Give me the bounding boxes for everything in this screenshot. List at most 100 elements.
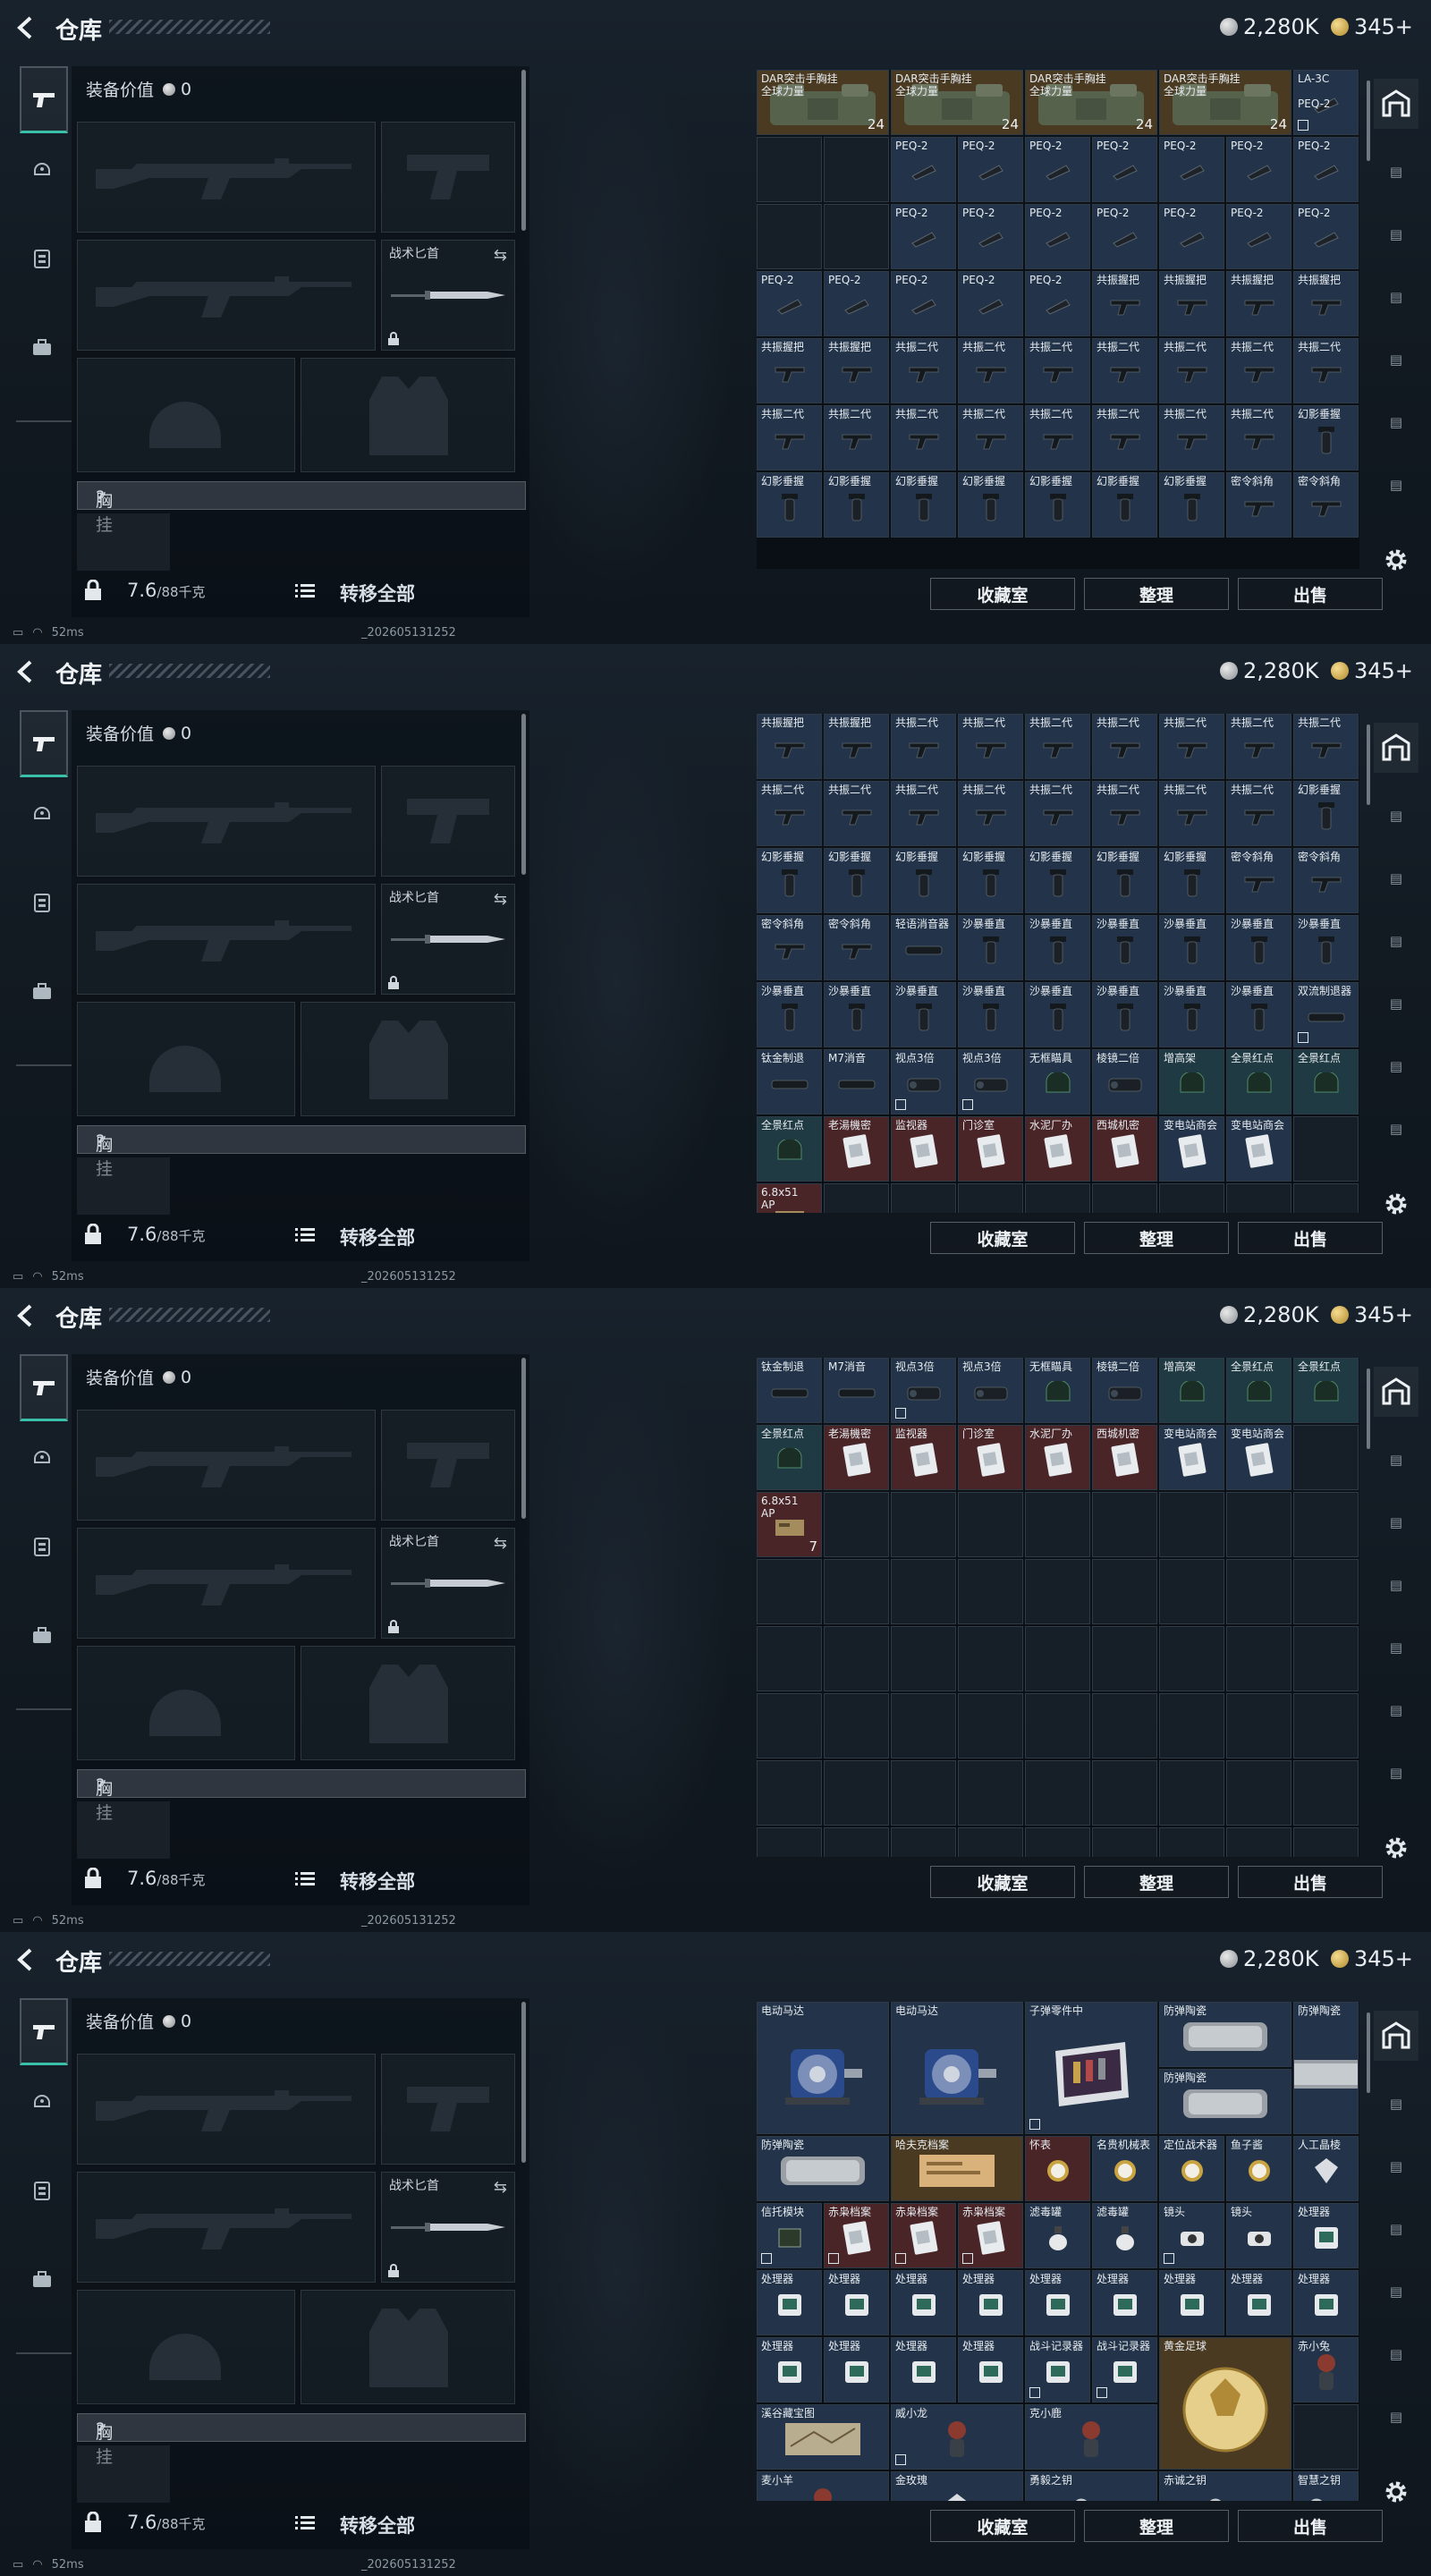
inventory-item[interactable]: PEQ-2 [891, 137, 956, 202]
inventory-item[interactable]: 6.8x51 AP 7 [757, 1492, 822, 1557]
inventory-item[interactable]: 处理器 [891, 2337, 956, 2402]
storage-tab-5[interactable]: ▤ [1374, 2329, 1418, 2379]
sort-button[interactable]: 整理 [1084, 1866, 1229, 1898]
inventory-item[interactable]: 共振二代 [1159, 405, 1224, 470]
inventory-item[interactable]: 共振握把 [757, 714, 822, 779]
gold-currency[interactable]: 345+ [1331, 14, 1413, 39]
inventory-item[interactable]: 共振握把 [1092, 271, 1157, 336]
equipment-scrollbar[interactable] [521, 714, 526, 875]
warehouse-tab[interactable] [1374, 1367, 1418, 1417]
inventory-item[interactable]: 无框瞄具 [1025, 1358, 1090, 1423]
inventory-item[interactable]: 共振二代 [958, 405, 1023, 470]
inventory-item[interactable]: 战斗记录器 [1092, 2337, 1157, 2402]
inventory-item[interactable]: 沙暴垂直 [1092, 982, 1157, 1047]
sell-button[interactable]: 出售 [1238, 578, 1383, 610]
empty-slot[interactable] [757, 1626, 822, 1691]
chest-rig-slot[interactable] [77, 513, 170, 571]
storage-tab-4[interactable]: ▤ [1374, 1623, 1418, 1673]
inventory-item[interactable]: DAR突击手胸挂 全球力量 24 [1159, 70, 1291, 135]
list-icon[interactable] [295, 2515, 315, 2531]
pistol-slot[interactable] [381, 2054, 515, 2165]
inventory-item[interactable]: DAR突击手胸挂 全球力量 24 [891, 70, 1023, 135]
inventory-item[interactable]: 幻影垂握 [824, 848, 889, 913]
secondary-weapon-slot[interactable] [77, 240, 376, 351]
inventory-item[interactable]: 人工晶棱 [1293, 2136, 1359, 2201]
empty-slot[interactable] [958, 1183, 1023, 1213]
inventory-item[interactable]: 处理器 [1025, 2270, 1090, 2335]
empty-slot[interactable] [824, 1183, 889, 1213]
helmet-slot[interactable] [77, 1002, 295, 1116]
empty-slot[interactable] [1025, 1183, 1090, 1213]
transfer-all-button[interactable]: 转移全部 [340, 1224, 415, 1250]
inventory-item[interactable]: 电动马达 [757, 2002, 889, 2134]
inventory-item[interactable]: 共振二代 [1092, 338, 1157, 403]
inventory-item[interactable]: 处理器 [757, 2337, 822, 2402]
storage-tab-4[interactable]: ▤ [1374, 335, 1418, 385]
inventory-item[interactable]: 战斗记录器 [1025, 2337, 1090, 2402]
empty-slot[interactable] [1293, 1425, 1359, 1490]
inventory-item[interactable]: 监视器 [891, 1425, 956, 1490]
sell-button[interactable]: 出售 [1238, 1866, 1383, 1898]
inventory-item[interactable]: 共振二代 [891, 781, 956, 846]
inventory-item[interactable]: 增高架 [1159, 1049, 1224, 1114]
collection-room-button[interactable]: 收藏室 [930, 2510, 1075, 2542]
inventory-item[interactable]: 鱼子酱 [1226, 2136, 1291, 2201]
equipment-scrollbar[interactable] [521, 1358, 526, 1519]
inventory-item[interactable]: 处理器 [1293, 2203, 1359, 2268]
inventory-item[interactable]: 钛金制退 [757, 1049, 822, 1114]
inventory-item[interactable]: 共振二代 [1092, 405, 1157, 470]
empty-slot[interactable] [824, 1760, 889, 1826]
inventory-item[interactable]: 处理器 [958, 2270, 1023, 2335]
inventory-item[interactable]: 沙暴垂直 [958, 915, 1023, 980]
empty-slot[interactable] [1293, 1492, 1359, 1557]
inventory-item[interactable]: 共振二代 [958, 338, 1023, 403]
inventory-item[interactable]: 幻影垂握 [1293, 781, 1359, 846]
inventory-item[interactable]: 密令斜角 [1293, 848, 1359, 913]
inventory-item[interactable]: 沙暴垂直 [958, 982, 1023, 1047]
empty-slot[interactable] [1293, 1626, 1359, 1691]
equipment-scrollbar[interactable] [521, 2002, 526, 2163]
storage-tab-6[interactable]: ▤ [1374, 2392, 1418, 2442]
inventory-item[interactable]: 共振二代 [1226, 338, 1291, 403]
inventory-item[interactable]: 共振二代 [757, 405, 822, 470]
inventory-item[interactable]: 共振二代 [1226, 405, 1291, 470]
empty-slot[interactable] [1159, 1183, 1224, 1213]
inventory-item[interactable]: 密令斜角 [1293, 472, 1359, 538]
storage-tab-2[interactable]: ▤ [1374, 2141, 1418, 2191]
inventory-item[interactable]: 共振二代 [1092, 714, 1157, 779]
inventory-item[interactable]: 幻影垂握 [891, 472, 956, 538]
warehouse-tab[interactable] [1374, 79, 1418, 129]
nav-weapons[interactable] [20, 710, 68, 777]
inventory-item[interactable]: 共振二代 [1025, 714, 1090, 779]
sell-button[interactable]: 出售 [1238, 1222, 1383, 1254]
empty-slot[interactable] [1293, 1693, 1359, 1758]
inventory-item[interactable]: 轻语消音器 [891, 915, 956, 980]
inventory-item[interactable]: 共振二代 [958, 781, 1023, 846]
inventory-item[interactable]: 克小鹿 [1025, 2404, 1157, 2470]
primary-weapon-slot[interactable] [77, 766, 376, 877]
empty-slot[interactable] [1092, 1626, 1157, 1691]
inventory-item[interactable]: 幻影垂握 [1092, 848, 1157, 913]
empty-slot[interactable] [1159, 1626, 1224, 1691]
warehouse-tab[interactable] [1374, 723, 1418, 773]
inventory-item[interactable]: 6.8x51 AP [757, 1183, 822, 1213]
inventory-item[interactable]: 哈夫克档案 [891, 2136, 1023, 2201]
inventory-item[interactable]: PEQ-2 [1293, 137, 1359, 202]
inventory-item[interactable]: 共振二代 [1226, 714, 1291, 779]
empty-slot[interactable] [757, 1693, 822, 1758]
inventory-item[interactable]: 共振二代 [1159, 338, 1224, 403]
empty-slot[interactable] [1226, 1760, 1291, 1826]
collection-room-button[interactable]: 收藏室 [930, 1866, 1075, 1898]
inventory-item[interactable]: 共振二代 [1025, 338, 1090, 403]
empty-slot[interactable] [757, 1827, 822, 1857]
nav-backpack[interactable] [20, 317, 64, 379]
secondary-weapon-slot[interactable] [77, 1528, 376, 1639]
gold-currency[interactable]: 345+ [1331, 1302, 1413, 1327]
stash-scrollbar[interactable] [1367, 80, 1370, 161]
empty-slot[interactable] [1025, 1626, 1090, 1691]
storage-tab-3[interactable]: ▤ [1374, 2204, 1418, 2254]
inventory-item[interactable]: 沙暴垂直 [757, 982, 822, 1047]
inventory-item[interactable]: 变电站商会 [1159, 1116, 1224, 1182]
inventory-item[interactable]: PEQ-2 [1092, 137, 1157, 202]
inventory-item[interactable]: 共振握把 [1226, 271, 1291, 336]
